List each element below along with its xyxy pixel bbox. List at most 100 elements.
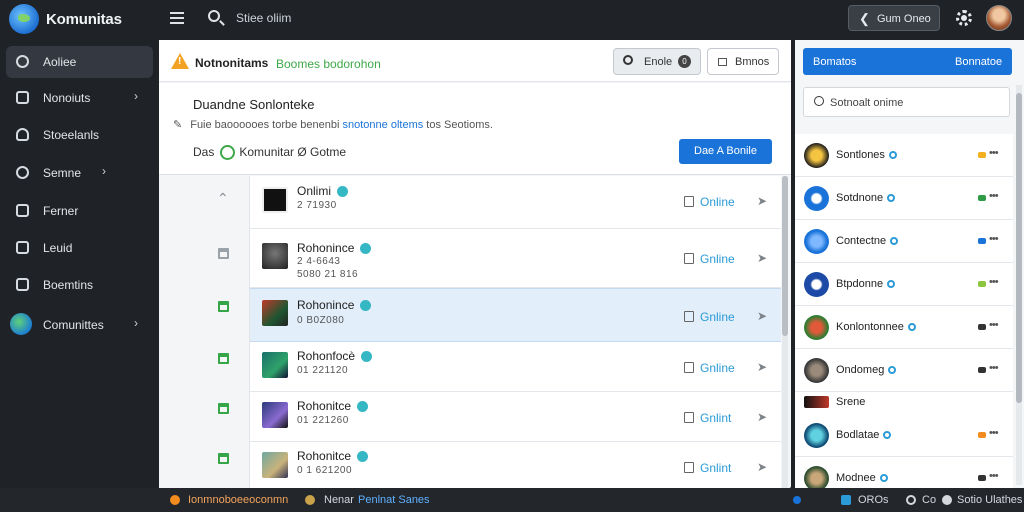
status-badge — [978, 367, 986, 373]
sidebar: Aoliee Nonoiuts › Stoeelanls Semne › Fer… — [0, 38, 158, 488]
table-row[interactable]: Onlimi 2 71930 Online ➤ — [250, 176, 781, 229]
community-owner: Das Komunitar Ø Gotme — [193, 145, 346, 161]
user-avatar[interactable] — [986, 5, 1012, 31]
status-left-text[interactable]: Ionmnoboeeoconmn — [188, 494, 288, 506]
add-member-button[interactable]: Dae A Bonile — [679, 139, 772, 164]
sidebar-item-stoeelanls[interactable]: Stoeelanls — [6, 119, 153, 151]
list-item[interactable]: Sontlones ••• — [795, 134, 1013, 177]
pin-icon[interactable]: ➤ — [757, 309, 767, 323]
list-item[interactable]: Konlontonnee ••• — [795, 306, 1013, 349]
lock-icon[interactable] — [218, 353, 229, 364]
list-item[interactable]: Sotdnone ••• — [795, 177, 1013, 220]
row-status: Gnlint — [700, 411, 732, 425]
sidebar-item-comunittes[interactable]: Comunittes › — [6, 309, 153, 341]
top-search-placeholder: Stiee oliim — [236, 11, 292, 25]
calendar-icon[interactable] — [684, 253, 694, 264]
member-search-input[interactable]: Sotnoalt onime — [803, 87, 1010, 117]
pin-icon[interactable]: ➤ — [757, 460, 767, 474]
status-mid-link[interactable]: Penlnat Sanes — [358, 494, 430, 506]
main-header: Notnonitams Boomes bodorohon Enole 0 Bmn… — [159, 40, 791, 82]
verified-icon — [890, 237, 899, 246]
lock-icon[interactable] — [218, 248, 229, 259]
more-icon[interactable]: ••• — [989, 276, 999, 288]
members-scrollbar[interactable] — [1016, 85, 1022, 485]
list-item[interactable]: Bodlatae ••• — [795, 414, 1013, 457]
sidebar-item-nonoiuts[interactable]: Nonoiuts › — [6, 82, 153, 114]
app-brand: Komunitas — [46, 11, 122, 28]
table-row[interactable]: Rohonitce 0 1 621200 Gnlint ➤ — [250, 442, 781, 488]
lock-icon[interactable] — [218, 403, 229, 414]
list-item[interactable]: Ondomeg ••• — [795, 349, 1013, 392]
avatar — [262, 243, 288, 269]
calendar-icon[interactable] — [684, 362, 694, 373]
verified-icon — [887, 280, 896, 289]
row-gutter: ⌃ — [159, 176, 249, 488]
share-icon — [16, 166, 29, 179]
lock-icon[interactable] — [218, 301, 229, 312]
avatar — [804, 315, 829, 340]
table-row[interactable]: Rohonince 2 4-6643 5080 21 816 Gnline ➤ — [250, 229, 781, 288]
more-icon[interactable]: ••• — [989, 147, 999, 159]
online-filter-button[interactable]: Enole 0 — [613, 48, 701, 75]
menu-icon[interactable] — [170, 12, 184, 24]
table-row[interactable]: Rohonitce 01 221260 Gnlint ➤ — [250, 392, 781, 442]
more-icon[interactable]: ••• — [989, 190, 999, 202]
list-item[interactable]: Modnee ••• — [795, 457, 1013, 491]
more-icon[interactable]: ••• — [989, 319, 999, 331]
sidebar-item-leuid[interactable]: Leuid — [6, 232, 153, 264]
calendar-icon[interactable] — [684, 412, 694, 423]
list-item[interactable]: Srene — [795, 392, 1013, 414]
calendar-icon[interactable] — [684, 196, 694, 207]
game-button[interactable]: ❮ Gum Oneo — [848, 5, 940, 31]
status-right-c[interactable]: Sotio Ulathes — [957, 494, 1022, 506]
description-link[interactable]: snotonne oltems — [343, 119, 424, 131]
pin-icon[interactable]: ➤ — [757, 360, 767, 374]
list-item[interactable]: Btpdonne ••• — [795, 263, 1013, 306]
sidebar-item-label: Ferner — [43, 204, 79, 218]
calendar-icon[interactable] — [684, 462, 694, 473]
gear-icon[interactable] — [956, 10, 972, 26]
members-scrollbar-thumb[interactable] — [1016, 93, 1022, 403]
verified-icon — [907, 323, 916, 332]
sidebar-item-boemtins[interactable]: Boemtins — [6, 269, 153, 301]
sidebar-item-aoliee[interactable]: Aoliee — [6, 46, 153, 78]
avatar — [804, 186, 829, 211]
top-search[interactable]: Stiee oliim — [208, 9, 338, 29]
sidebar-item-semne[interactable]: Semne › — [6, 157, 153, 189]
page-subtitle: Boomes bodorohon — [276, 57, 381, 71]
window-icon — [718, 58, 727, 66]
row-meta: 01 221260 — [297, 415, 349, 426]
more-icon[interactable]: ••• — [989, 233, 999, 245]
chevron-right-icon: › — [134, 316, 138, 330]
sidebar-item-ferner[interactable]: Ferner — [6, 195, 153, 227]
row-status: Gnline — [700, 310, 735, 324]
list-scrollbar-thumb[interactable] — [782, 176, 788, 336]
rooms-button[interactable]: Bmnos — [707, 48, 779, 75]
verified-icon — [883, 431, 892, 440]
pin-icon[interactable]: ➤ — [757, 251, 767, 265]
status-badge — [978, 324, 986, 330]
clock-icon — [906, 495, 916, 505]
members-header-button[interactable]: Bomatos Bonnatoe — [803, 48, 1012, 75]
more-icon[interactable]: ••• — [989, 362, 999, 374]
row-name: Onlimi — [297, 184, 349, 198]
pin-icon[interactable]: ➤ — [757, 410, 767, 424]
sidebar-item-label: Nonoiuts — [43, 91, 91, 105]
table-row[interactable]: Rohonfocè 01 221120 Gnline ➤ — [250, 342, 781, 392]
owner-badge-icon — [220, 145, 236, 161]
table-row[interactable]: Rohonince 0 B0Z080 Gnline ➤ — [250, 288, 781, 342]
pin-icon[interactable]: ➤ — [757, 194, 767, 208]
verified-icon — [888, 366, 897, 375]
more-icon[interactable]: ••• — [989, 427, 999, 439]
list-item[interactable]: Contectne ••• — [795, 220, 1013, 263]
list-scrollbar[interactable] — [782, 176, 788, 488]
home-icon — [16, 55, 29, 68]
sidebar-item-label: Semne — [43, 166, 82, 180]
chevron-up-icon[interactable]: ⌃ — [217, 190, 229, 207]
book-icon — [16, 204, 29, 217]
app-logo-icon[interactable] — [9, 4, 39, 34]
owner-name[interactable]: Komunitar Ø Gotme — [239, 145, 346, 159]
more-icon[interactable]: ••• — [989, 470, 999, 482]
lock-icon[interactable] — [218, 453, 229, 464]
calendar-icon[interactable] — [684, 311, 694, 322]
